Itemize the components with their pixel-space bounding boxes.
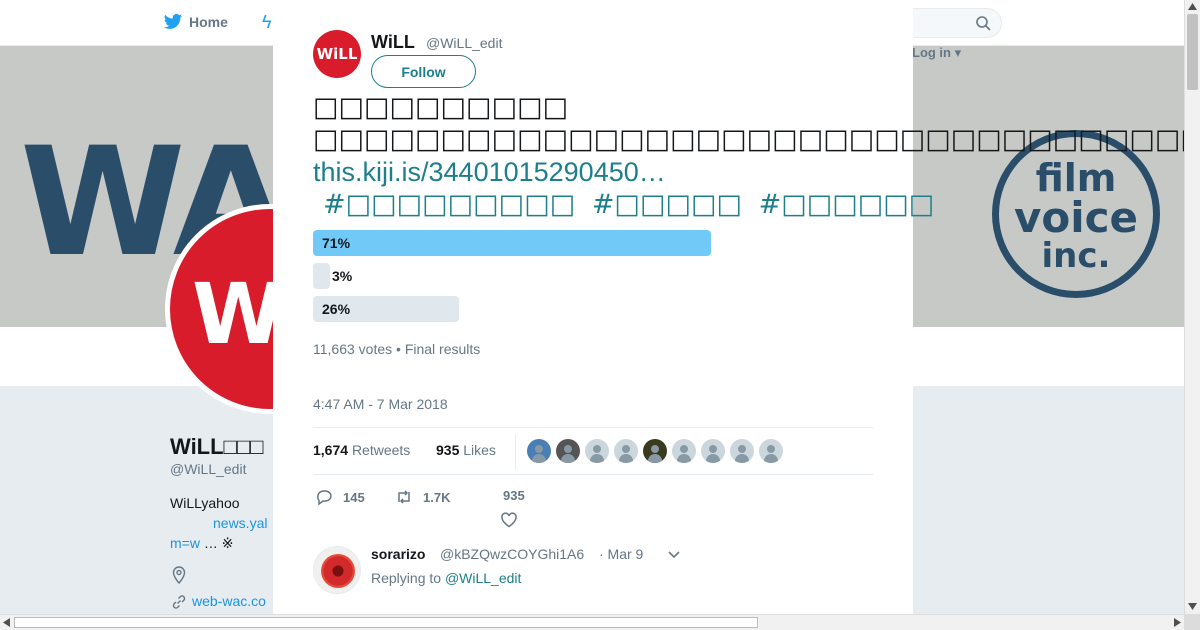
tweet-link[interactable]: this.kiji.is/34401015290450…: [313, 156, 666, 188]
horizontal-scrollbar[interactable]: [0, 614, 1184, 630]
bio-line-3: m=w … ※: [170, 535, 234, 551]
reply-count: 145: [343, 489, 365, 505]
profile-bio: WiLLyahoo news.yal m=w … ※: [170, 493, 267, 553]
poll-percent: 3%: [332, 268, 353, 284]
poll-percent: 26%: [322, 301, 351, 317]
scrollbar-corner: [1184, 614, 1200, 630]
reply-button[interactable]: 145: [315, 488, 365, 506]
author-handle[interactable]: @WiLL_edit: [426, 35, 502, 51]
tweet-stats: 1,674 Retweets 935 Likes: [313, 427, 873, 475]
follow-button[interactable]: Follow: [371, 55, 476, 88]
hashtag[interactable]: #□□□□□: [592, 189, 742, 220]
nav-home-link[interactable]: Home: [163, 12, 228, 32]
stats-divider: [515, 434, 516, 470]
tweet-modal: WiLL WiLL @WiLL_edit Follow □□□□□□□□□□ □…: [273, 0, 1184, 614]
author-name[interactable]: WiLL: [371, 32, 415, 53]
nav-home-label: Home: [189, 14, 228, 30]
liker-avatars: [527, 439, 783, 463]
horizontal-scroll-thumb[interactable]: [14, 617, 758, 628]
reply-author-name[interactable]: sorarizo: [371, 546, 425, 562]
reply-author-handle[interactable]: @kBZQwzCOYGhi1A6: [440, 546, 584, 562]
liker-avatar[interactable]: [585, 439, 609, 463]
bio-link-2[interactable]: m=w: [170, 535, 200, 551]
search-icon: [976, 16, 991, 31]
profile-handle: @WiLL_edit: [170, 461, 247, 477]
likes-stat[interactable]: 935 Likes: [436, 442, 496, 458]
author-avatar[interactable]: WiLL: [313, 30, 361, 78]
reply-icon: [317, 490, 332, 506]
retweet-button[interactable]: 1.7K: [395, 488, 450, 506]
tweet-text-line-1: □□□□□□□□□□: [313, 92, 569, 123]
poll-bar: [313, 230, 711, 256]
search-box[interactable]: [900, 8, 1002, 38]
reply-avatar[interactable]: [313, 546, 361, 594]
vertical-scroll-thumb[interactable]: [1187, 14, 1198, 90]
hashtag[interactable]: #□□□□□□□□□: [323, 189, 575, 220]
like-count: 935: [503, 488, 525, 503]
like-count-label: 935: [503, 488, 525, 503]
poll-percent: 71%: [322, 235, 351, 251]
close-icon[interactable]: [1155, 12, 1179, 36]
heart-icon[interactable]: [500, 511, 518, 529]
reply-date[interactable]: · Mar 9: [599, 546, 643, 562]
login-link[interactable]: Log in ▾: [912, 45, 961, 61]
bio-line-1: WiLLyahoo: [170, 495, 240, 511]
liker-avatar[interactable]: [701, 439, 725, 463]
poll-bar: [313, 263, 330, 289]
poll-results-meta: 11,663 votes • Final results: [313, 341, 481, 357]
retweet-icon: [398, 490, 410, 504]
bio-line-2: news.yal: [170, 513, 267, 533]
liker-avatar[interactable]: [614, 439, 638, 463]
tweet-hashtags: #□□□□□□□□□ #□□□□□ #□□□□□□: [323, 189, 942, 221]
scroll-up-arrow-icon[interactable]: [1188, 3, 1197, 10]
moments-icon[interactable]: ϟ: [262, 12, 272, 33]
liker-avatar[interactable]: [556, 439, 580, 463]
liker-avatar[interactable]: [730, 439, 754, 463]
profile-website-link[interactable]: web-wac.co: [192, 593, 266, 609]
retweets-stat[interactable]: 1,674 Retweets: [313, 442, 410, 458]
location-icon: [172, 566, 186, 584]
liker-avatar[interactable]: [643, 439, 667, 463]
tweet-actions: 145 1.7K 935: [313, 484, 873, 534]
scroll-right-arrow-icon[interactable]: [1174, 618, 1181, 627]
replying-to-link[interactable]: @WiLL_edit: [445, 570, 521, 586]
scroll-down-arrow-icon[interactable]: [1188, 603, 1197, 610]
replying-to: Replying to @WiLL_edit: [371, 570, 522, 586]
bio-link[interactable]: news.yal: [213, 515, 267, 531]
tweet-text-line-2: □□□□□□□□□□□□□□□□□□□□□□□□□□□□□□□□□□□□□□□□…: [313, 124, 1184, 155]
hashtag[interactable]: #□□□□□□: [759, 189, 935, 220]
liker-avatar[interactable]: [527, 439, 551, 463]
vertical-scrollbar[interactable]: [1184, 0, 1200, 614]
liker-avatar[interactable]: [672, 439, 696, 463]
link-icon: [172, 595, 186, 609]
retweet-count: 1.7K: [423, 489, 451, 505]
tweet-timestamp[interactable]: 4:47 AM - 7 Mar 2018: [313, 396, 448, 412]
profile-name: WiLL□□□: [170, 434, 264, 459]
scroll-left-arrow-icon[interactable]: [3, 618, 10, 627]
twitter-bird-icon: [163, 14, 183, 29]
liker-avatar[interactable]: [759, 439, 783, 463]
chevron-down-icon[interactable]: [667, 550, 681, 560]
